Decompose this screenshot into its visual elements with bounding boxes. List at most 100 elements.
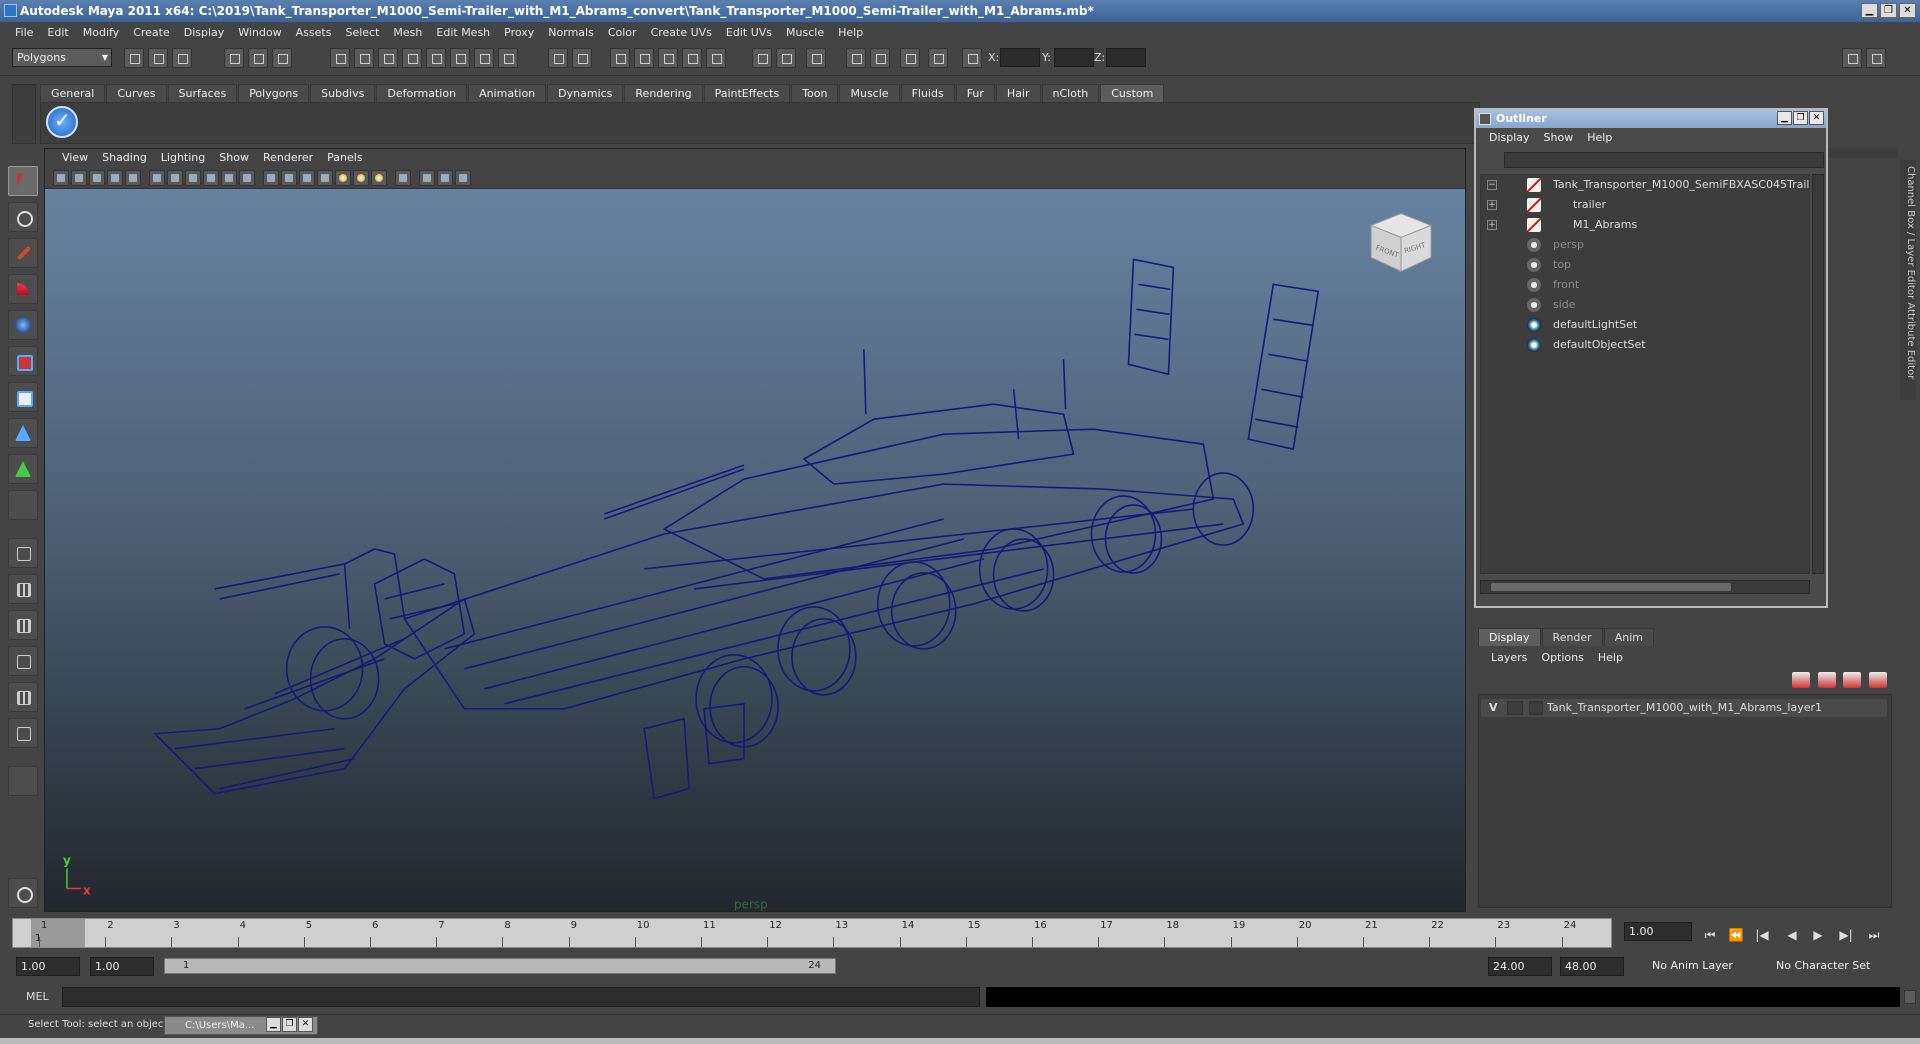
render-frame-icon[interactable]	[776, 48, 796, 68]
perspective-viewport[interactable]: View Shading Lighting Show Renderer Pane…	[44, 148, 1466, 912]
shelf-tab-hair[interactable]: Hair	[995, 84, 1041, 102]
soft-modification-icon[interactable]	[8, 418, 38, 448]
outliner-horizontal-scrollbar[interactable]	[1480, 580, 1810, 594]
hypershade-layout-icon[interactable]	[8, 682, 38, 712]
shelf-tab-general[interactable]: General	[40, 84, 106, 102]
layer-menu-options[interactable]: Options	[1534, 648, 1590, 668]
viewport-menu-lighting[interactable]: Lighting	[154, 149, 212, 167]
lasso-tool-icon[interactable]	[8, 202, 38, 232]
resolution-gate-icon[interactable]	[167, 170, 183, 186]
menu-edit-mesh[interactable]: Edit Mesh	[429, 26, 497, 39]
attribute-editor-toggle-icon[interactable]	[1842, 48, 1862, 68]
default-light-icon[interactable]	[335, 170, 351, 186]
render-settings-icon[interactable]	[846, 48, 866, 68]
snap-grid-icon[interactable]	[330, 48, 350, 68]
maximize-button[interactable]: ❐	[1880, 3, 1897, 18]
graph-persp-layout-icon[interactable]	[8, 646, 38, 676]
shelf-menu-handle[interactable]	[12, 84, 36, 144]
magnet-surface-icon[interactable]	[682, 48, 702, 68]
outliner-item[interactable]: front	[1481, 275, 1809, 295]
outliner-item[interactable]: + M1_Abrams	[1481, 215, 1809, 235]
hypershade-icon[interactable]	[870, 48, 890, 68]
snap-plane-icon[interactable]	[402, 48, 422, 68]
menu-window[interactable]: Window	[231, 26, 288, 39]
outliner-filter-input[interactable]	[1504, 152, 1824, 168]
outliner-menu-show[interactable]: Show	[1537, 128, 1581, 148]
magnet-point-icon[interactable]	[658, 48, 678, 68]
checkmark-shelf-icon[interactable]	[46, 106, 78, 138]
time-slider[interactable]: 1 12345678910111213141516171819202122232…	[12, 918, 1612, 948]
outliner-minimize-button[interactable]: ▁	[1777, 111, 1792, 125]
outliner-item[interactable]: + trailer	[1481, 195, 1809, 215]
save-scene-icon[interactable]	[172, 48, 192, 68]
xray-icon[interactable]	[419, 170, 435, 186]
grid-toggle-icon[interactable]	[125, 170, 141, 186]
layer-tab-display[interactable]: Display	[1478, 628, 1541, 646]
new-layer-icon[interactable]	[1843, 672, 1861, 688]
go-to-start-icon[interactable]: ⏮	[1700, 926, 1720, 944]
select-tool-icon[interactable]	[8, 166, 38, 196]
new-layer-from-selection-icon[interactable]	[1868, 672, 1887, 688]
all-lights-icon[interactable]	[353, 170, 369, 186]
mel-input[interactable]	[62, 987, 980, 1007]
x-field[interactable]	[1000, 48, 1040, 67]
menu-muscle[interactable]: Muscle	[779, 26, 831, 39]
open-scene-icon[interactable]	[148, 48, 168, 68]
restore-minimized-button[interactable]: ▁	[266, 1017, 281, 1032]
side-dock-tabs[interactable]: Channel Box / Layer Editor Attribute Edi…	[1900, 160, 1916, 400]
shelf-tab-fluids[interactable]: Fluids	[900, 84, 955, 102]
layout-more-icon[interactable]	[8, 766, 38, 796]
playback-start-field[interactable]: 1.00	[90, 957, 154, 976]
animation-mode-icon[interactable]	[8, 878, 38, 908]
menu-edit[interactable]: Edit	[40, 26, 75, 39]
viewport-menu-panels[interactable]: Panels	[320, 149, 369, 167]
layer-row[interactable]: V Tank_Transporter_M1000_with_M1_Abrams_…	[1481, 699, 1887, 717]
menu-modify[interactable]: Modify	[76, 26, 126, 39]
menu-assets[interactable]: Assets	[289, 26, 339, 39]
character-set-select[interactable]: No Character Set	[1772, 957, 1882, 976]
viewport-menu-renderer[interactable]: Renderer	[256, 149, 320, 167]
layer-type-toggle[interactable]	[1507, 701, 1523, 715]
outliner-item[interactable]: side	[1481, 295, 1809, 315]
wireframe-icon[interactable]	[263, 170, 279, 186]
layer-tab-render[interactable]: Render	[1541, 628, 1603, 646]
start-time-field[interactable]: 1.00	[16, 957, 80, 976]
outliner-item[interactable]: − Tank_Transporter_M1000_SemiFBXASC045Tra…	[1481, 175, 1809, 195]
image-plane-icon[interactable]	[107, 170, 123, 186]
close-minimized-button[interactable]: ✕	[298, 1017, 313, 1032]
safe-title-icon[interactable]	[239, 170, 255, 186]
snap-point-icon[interactable]	[378, 48, 398, 68]
layer-tab-anim[interactable]: Anim	[1603, 628, 1654, 646]
outliner-list[interactable]: − Tank_Transporter_M1000_SemiFBXASC045Tra…	[1480, 174, 1810, 574]
magnet-view-icon[interactable]	[706, 48, 726, 68]
field-chart-icon[interactable]	[203, 170, 219, 186]
share-icon[interactable]	[455, 170, 471, 186]
shelf-tab-deformation[interactable]: Deformation	[376, 84, 468, 102]
menu-color[interactable]: Color	[601, 26, 644, 39]
shelf-tab-muscle[interactable]: Muscle	[839, 84, 900, 102]
shelf-tab-polygons[interactable]: Polygons	[238, 84, 310, 102]
shelf-tab-animation[interactable]: Animation	[468, 84, 547, 102]
safe-action-icon[interactable]	[221, 170, 237, 186]
select-hierarchy-icon[interactable]	[224, 48, 244, 68]
go-to-end-icon[interactable]: ⏭	[1864, 926, 1884, 944]
transform-mode-icon[interactable]	[962, 48, 982, 68]
select-object-icon[interactable]	[248, 48, 268, 68]
layer-visibility-toggle[interactable]: V	[1489, 699, 1498, 717]
xray-joints-icon[interactable]	[437, 170, 453, 186]
paint-select-tool-icon[interactable]	[8, 238, 38, 268]
outliner-menu-help[interactable]: Help	[1580, 128, 1619, 148]
expand-icon[interactable]: +	[1487, 220, 1497, 230]
anim-layer-select[interactable]: No Anim Layer	[1648, 957, 1748, 976]
outliner-menu-display[interactable]: Display	[1482, 128, 1537, 148]
mel-label[interactable]: MEL	[26, 990, 49, 1003]
show-manipulator-icon[interactable]	[8, 454, 38, 484]
render-globals-icon[interactable]	[900, 48, 920, 68]
shelf-tab-rendering[interactable]: Rendering	[624, 84, 703, 102]
magnet-icon[interactable]	[610, 48, 630, 68]
camera-select-icon[interactable]	[53, 170, 69, 186]
step-forward-key-icon[interactable]: ▶|	[1836, 926, 1856, 944]
gate-mask-icon[interactable]	[185, 170, 201, 186]
menu-edit-uvs[interactable]: Edit UVs	[719, 26, 779, 39]
playback-end-field[interactable]: 24.00	[1488, 957, 1552, 976]
